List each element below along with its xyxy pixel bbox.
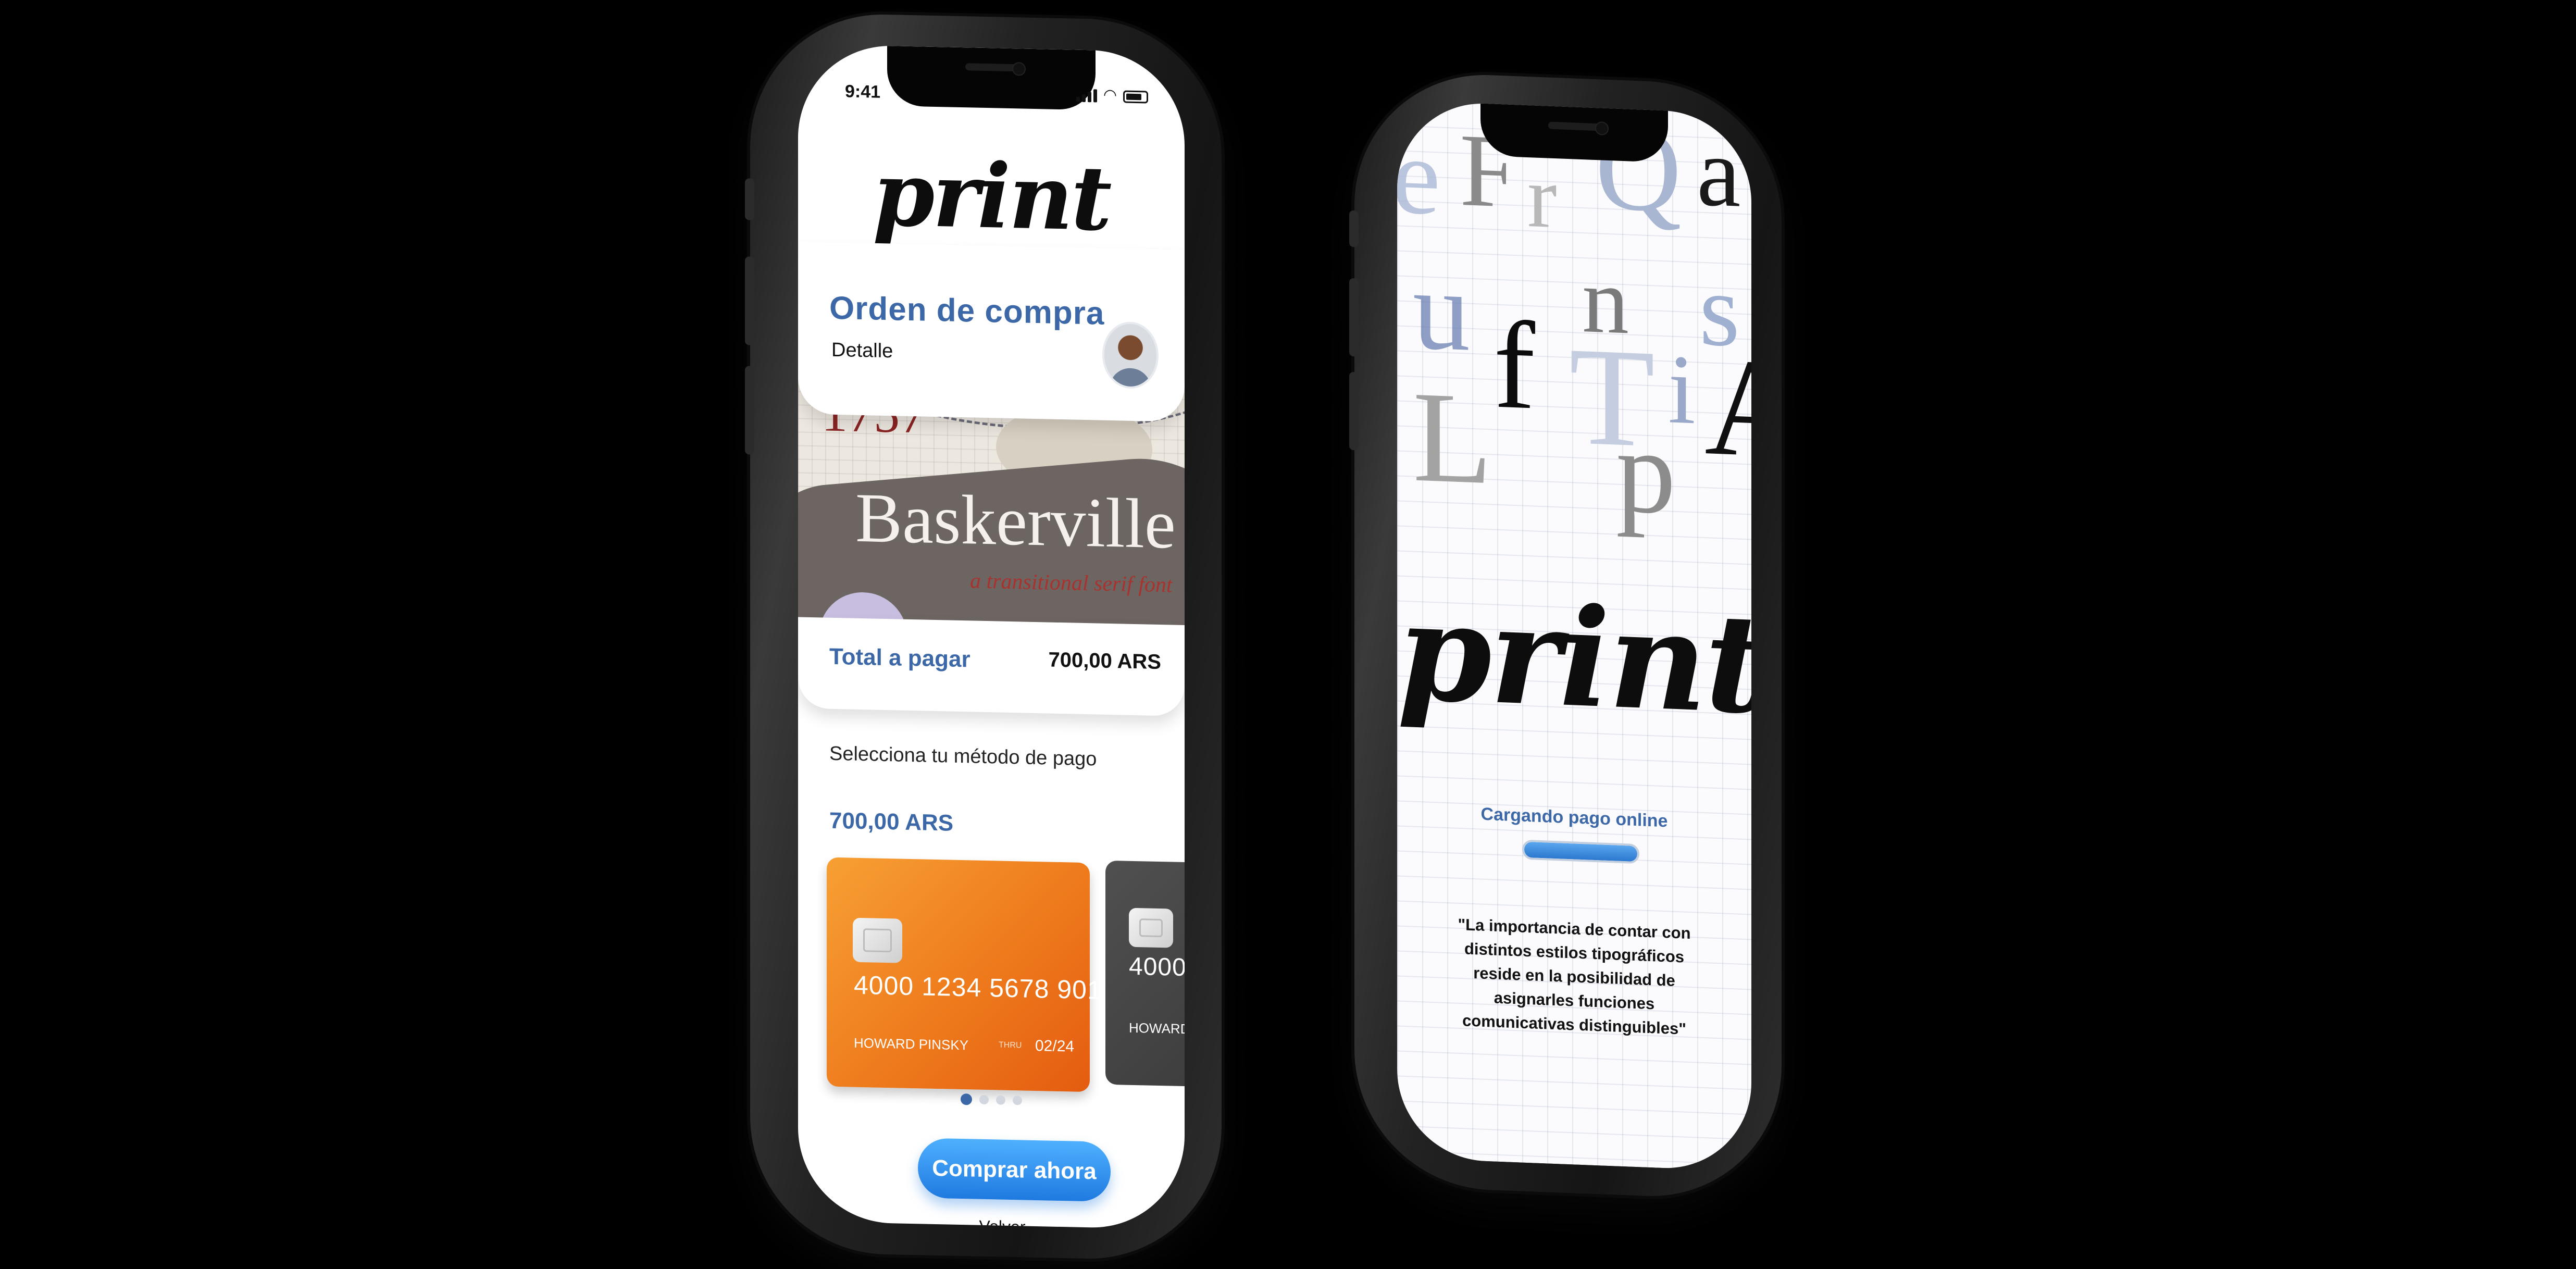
card-thru-label: THRU xyxy=(999,1040,1022,1050)
volume-up-button xyxy=(745,256,754,345)
order-header-card: Orden de compra Detalle xyxy=(798,242,1185,422)
card-chip-icon xyxy=(1129,907,1173,948)
volume-down-button xyxy=(1349,371,1359,451)
letter-glyph: f xyxy=(1494,295,1535,436)
letter-glyph: u xyxy=(1413,245,1470,375)
typography-quote: "La importancia de contar con distintos … xyxy=(1458,915,1691,1038)
arrow-left-icon: ← xyxy=(957,1214,976,1229)
letter-glyph: r xyxy=(1527,147,1557,247)
phone-checkout: 9:41 ◠ print 1757 Baskerville a xyxy=(745,11,1222,1262)
checkout-screen: 9:41 ◠ print 1757 Baskerville a xyxy=(798,44,1185,1229)
app-logo: print xyxy=(873,142,1110,251)
volume-up-button xyxy=(1349,278,1359,357)
notch xyxy=(1480,103,1668,163)
total-label: Total a pagar xyxy=(829,643,970,673)
loading-screen: e F r Q a n s u f T i A L p print Cargan… xyxy=(1397,100,1751,1172)
carousel-dot[interactable] xyxy=(996,1095,1005,1105)
carousel-dot[interactable] xyxy=(1013,1096,1022,1105)
status-icons: ◠ xyxy=(1076,86,1148,104)
status-time: 9:41 xyxy=(845,81,881,102)
letter-glyph: e xyxy=(1397,115,1441,238)
card-expiry: 02/24 xyxy=(1035,1037,1075,1055)
order-title: Orden de compra xyxy=(829,290,1105,332)
credit-card-dark[interactable]: 4000 1 HOWARD F xyxy=(1105,860,1185,1088)
loading-progress-bar xyxy=(1522,839,1639,864)
buy-now-button[interactable]: Comprar ahora xyxy=(918,1138,1111,1202)
letter-glyph: A xyxy=(1704,328,1751,488)
carousel-dots[interactable] xyxy=(798,1091,1185,1110)
back-link[interactable]: ← Volver xyxy=(798,1211,1185,1229)
front-camera xyxy=(1595,121,1609,135)
letter-glyph: p xyxy=(1616,404,1676,539)
total-row: Total a pagar 700,00 ARS xyxy=(798,617,1185,716)
phone-loading: e F r Q a n s u f T i A L p print Cargan… xyxy=(1349,70,1782,1201)
card-holder: HOWARD PINSKY xyxy=(854,1035,969,1053)
card-number: 4000 1234 5678 9010 xyxy=(854,970,1117,1005)
credit-card-orange[interactable]: 4000 1234 5678 9010 HOWARD PINSKY THRU 0… xyxy=(827,857,1117,1092)
carousel-dot[interactable] xyxy=(979,1094,989,1105)
banner-title: Baskerville xyxy=(855,479,1176,564)
payment-amount: 700,00 ARS xyxy=(829,807,954,836)
speaker xyxy=(965,63,1017,72)
front-camera xyxy=(1012,62,1026,76)
carousel-dot[interactable] xyxy=(961,1093,972,1105)
wifi-icon: ◠ xyxy=(1103,86,1117,104)
notch xyxy=(887,46,1096,110)
volume-down-button xyxy=(745,366,754,455)
mute-switch xyxy=(1349,210,1359,247)
loading-label: Cargando pago online xyxy=(1480,804,1668,831)
order-detail-label: Detalle xyxy=(831,339,893,363)
letter-glyph: L xyxy=(1413,364,1492,512)
total-value: 700,00 ARS xyxy=(1048,648,1161,674)
card-number: 4000 1 xyxy=(1129,952,1185,982)
card-chip-icon xyxy=(853,917,902,963)
avatar[interactable] xyxy=(1102,321,1159,389)
banner-subtitle: a transitional serif font xyxy=(970,569,1173,598)
speaker xyxy=(1548,121,1600,131)
app-logo: print xyxy=(1397,571,1751,745)
battery-icon xyxy=(1123,90,1148,104)
payment-method-label: Selecciona tu método de pago xyxy=(829,742,1097,770)
letter-collage: e F r Q a n s u f T i A L p xyxy=(1397,100,1751,582)
back-link-label: Volver xyxy=(979,1216,1026,1229)
loading-progress-fill xyxy=(1524,841,1637,862)
mockup-stage: 9:41 ◠ print 1757 Baskerville a xyxy=(0,0,2576,1269)
card-holder: HOWARD F xyxy=(1129,1019,1185,1037)
letter-glyph: a xyxy=(1697,117,1741,228)
signal-icon xyxy=(1076,89,1097,103)
mute-switch xyxy=(745,178,754,220)
